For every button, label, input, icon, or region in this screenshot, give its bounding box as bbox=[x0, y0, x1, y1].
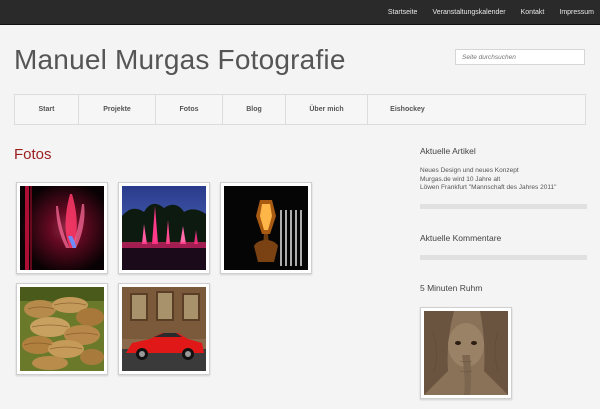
sidebar-divider bbox=[420, 204, 587, 209]
top-nav: Startseite Veranstaltungskalender Kontak… bbox=[373, 0, 594, 24]
sidebar-ruhm-title: 5 Minuten Ruhm bbox=[420, 283, 483, 293]
sidebar-articles-title: Aktuelle Artikel bbox=[420, 146, 476, 156]
nav-item-ueber-mich[interactable]: Über mich bbox=[286, 95, 368, 124]
top-bar: Startseite Veranstaltungskalender Kontak… bbox=[0, 0, 600, 25]
gallery-thumb[interactable] bbox=[118, 283, 210, 375]
article-link[interactable]: Neues Design und neues Konzept bbox=[420, 167, 590, 176]
nav-item-blog[interactable]: Blog bbox=[223, 95, 286, 124]
search-input[interactable] bbox=[455, 49, 585, 65]
article-link[interactable]: Murgas.de wird 10 Jahre alt bbox=[420, 176, 590, 185]
sidebar-comments-title: Aktuelle Kommentare bbox=[420, 233, 502, 243]
top-nav-kontakt[interactable]: Kontakt bbox=[521, 9, 545, 16]
top-nav-startseite[interactable]: Startseite bbox=[388, 9, 418, 16]
article-link[interactable]: Löwen Frankfurt "Mannschaft des Jahres 2… bbox=[420, 184, 590, 193]
gallery-thumb[interactable] bbox=[118, 182, 210, 274]
gallery-thumb[interactable] bbox=[220, 182, 312, 274]
top-nav-impressum[interactable]: Impressum bbox=[559, 9, 594, 16]
sidebar-articles-list: Neues Design und neues Konzept Murgas.de… bbox=[420, 167, 590, 193]
nav-item-eishockey[interactable]: Eishockey bbox=[368, 95, 447, 124]
red-car-photo-icon bbox=[122, 287, 206, 371]
nav-item-start[interactable]: Start bbox=[15, 95, 79, 124]
lantern-photo-icon bbox=[224, 186, 308, 270]
main-nav: Start Projekte Fotos Blog Über mich Eish… bbox=[14, 94, 586, 125]
mushroom-photo-icon bbox=[20, 287, 104, 371]
fountain-photo-icon bbox=[122, 186, 206, 270]
elephant-photo-icon bbox=[424, 311, 508, 395]
gallery-thumb[interactable] bbox=[16, 283, 108, 375]
site-title[interactable]: Manuel Murgas Fotografie bbox=[14, 42, 346, 78]
gallery-thumb[interactable] bbox=[16, 182, 108, 274]
nav-item-fotos[interactable]: Fotos bbox=[156, 95, 223, 124]
sidebar-divider bbox=[420, 255, 587, 260]
ruhm-thumb[interactable] bbox=[420, 307, 512, 399]
nav-item-projekte[interactable]: Projekte bbox=[79, 95, 156, 124]
red-light-photo-icon bbox=[20, 186, 104, 270]
top-nav-veranstaltungskalender[interactable]: Veranstaltungskalender bbox=[432, 9, 505, 16]
page-heading: Fotos bbox=[14, 146, 52, 163]
